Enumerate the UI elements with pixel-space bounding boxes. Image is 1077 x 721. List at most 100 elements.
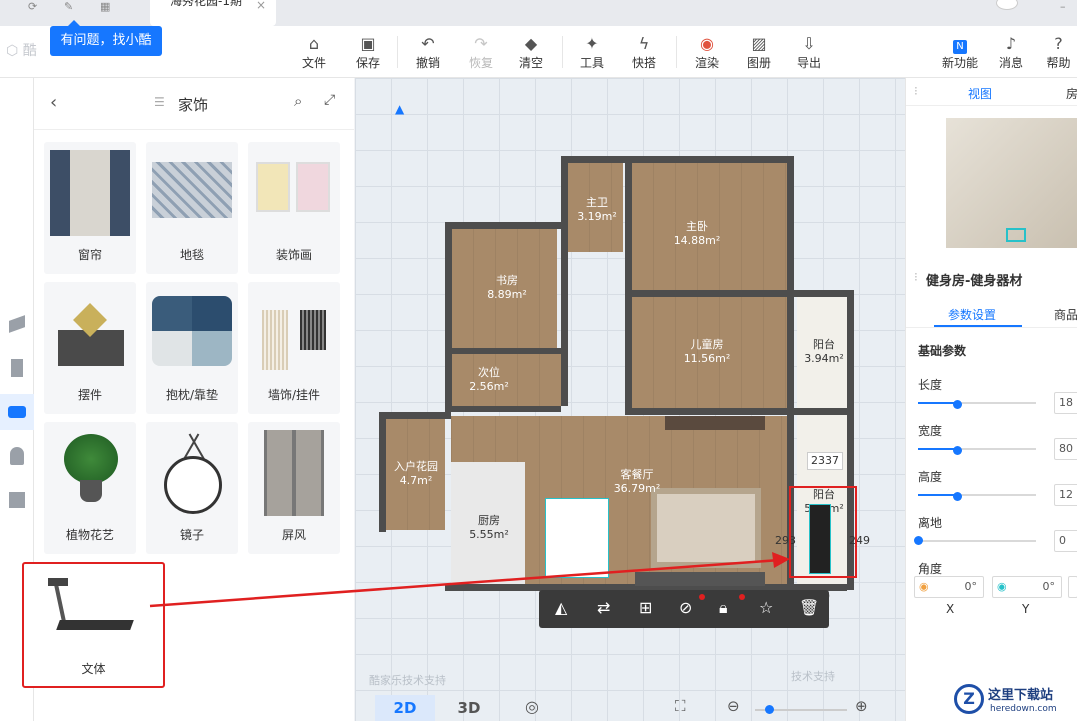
catalog-item-curtain[interactable]: 窗帘 <box>44 142 136 274</box>
length-input[interactable]: 18 <box>1054 392 1077 414</box>
3d-preview[interactable] <box>946 118 1077 248</box>
rail-item-cabinet[interactable] <box>0 482 34 518</box>
lock-icon[interactable]: 🔒︎ <box>719 598 728 618</box>
design-canvas[interactable]: ▲ 主卫 3.19m² 主卧 14.88m² 书房 8.89m² 儿童房 11.56m²… <box>355 78 905 721</box>
tools-button[interactable]: ✦ 工具 <box>572 34 612 74</box>
width-slider[interactable] <box>918 446 1036 455</box>
properties-panel: ⁝ 视图 房 ⁝ 健身房-健身器材 参数设置 商品 基础参数 长度 18 宽度 … <box>905 78 1077 721</box>
room-label: 主卧 14.88m² <box>673 220 721 247</box>
render-button[interactable]: ◉ 渲染 <box>687 34 727 74</box>
length-slider[interactable] <box>918 400 1036 409</box>
tab-room[interactable]: 房 <box>1066 85 1077 102</box>
angle-x-input[interactable]: ◉ 0° <box>914 576 984 598</box>
replace-icon[interactable]: ⇄ <box>597 598 610 617</box>
help-button[interactable]: ? 帮助 <box>1040 34 1077 74</box>
tab-params[interactable]: 参数设置 <box>948 306 996 323</box>
fit-view-icon[interactable]: ⛶ <box>675 697 686 715</box>
export-button[interactable]: ⇩ 导出 <box>789 34 829 74</box>
tab-view[interactable]: 视图 <box>968 85 992 102</box>
avatar[interactable] <box>996 0 1018 10</box>
list-icon[interactable]: ☰ <box>154 95 165 109</box>
lightning-icon: ϟ <box>638 34 650 53</box>
refresh-icon[interactable]: ⟳ <box>28 0 37 13</box>
compass-icon[interactable]: ▲ <box>395 102 404 116</box>
view-bar: 2D 3D ◎ ⛶ ⊖ ⊕ <box>355 693 905 721</box>
clear-button[interactable]: ◆ 清空 <box>511 34 551 74</box>
zoom-slider-knob[interactable] <box>765 705 774 714</box>
minimize-icon[interactable]: – <box>1060 0 1066 13</box>
tv-cabinet[interactable] <box>665 416 765 430</box>
tab-products[interactable]: 商品 <box>1054 306 1077 323</box>
album-button[interactable]: ▨ 图册 <box>739 34 779 74</box>
site-logo-icon: Z <box>954 684 984 714</box>
axis-label-y: Y <box>1022 602 1030 616</box>
height-slider[interactable] <box>918 492 1036 501</box>
grid-icon[interactable]: ▦ <box>100 0 110 13</box>
angle-y-input[interactable]: ◉ 0° <box>992 576 1062 598</box>
delete-icon[interactable]: 🗑︎ <box>799 598 819 617</box>
catalog-item-wall-art[interactable]: 装饰画 <box>248 142 340 274</box>
living-rug[interactable] <box>651 488 761 568</box>
dimension-label[interactable]: 2337 <box>807 452 843 470</box>
duplicate-icon[interactable]: ⊞ <box>639 598 652 617</box>
new-icon: N <box>938 34 982 54</box>
tab-title: 海秀花园-1期 <box>170 0 242 8</box>
param-width: 宽度 80 <box>906 422 1077 468</box>
search-icon[interactable]: ⌕ <box>294 92 302 110</box>
help-tooltip[interactable]: 有问题，找小酷 <box>50 20 162 56</box>
site-url: heredown.com <box>990 704 1057 714</box>
screen-thumbnail <box>264 430 324 516</box>
notice-dot <box>739 594 745 600</box>
catalog-item-cushion[interactable]: 抱枕/靠垫 <box>146 282 238 414</box>
hide-icon[interactable]: ⊘ <box>679 598 692 617</box>
file-button[interactable]: ⌂ 文件 <box>294 34 334 74</box>
catalog-item-screen[interactable]: 屏风 <box>248 422 340 554</box>
zoom-in-icon[interactable]: ⊕ <box>855 697 868 715</box>
view-3d-button[interactable]: 3D <box>439 695 499 721</box>
rail-item-door[interactable] <box>0 350 34 386</box>
param-label: 长度 <box>918 378 943 392</box>
tab-close-icon[interactable]: × <box>256 0 266 12</box>
messages-button[interactable]: ♪ 消息 <box>991 34 1031 74</box>
catalog-item-mirror[interactable]: 镜子 <box>146 422 238 554</box>
elevation-input[interactable]: 0 <box>1054 530 1077 552</box>
catalog-item-wall-hanging[interactable]: 墙饰/挂件 <box>248 282 340 414</box>
sofa[interactable] <box>635 572 765 586</box>
dining-table[interactable] <box>545 498 609 578</box>
item-label: 地毯 <box>179 248 204 262</box>
redo-button[interactable]: ↷ 恢复 <box>461 34 501 74</box>
zoom-out-icon[interactable]: ⊖ <box>727 697 740 715</box>
save-button[interactable]: ▣ 保存 <box>348 34 388 74</box>
drag-handle-icon[interactable]: ⁝ <box>914 270 918 284</box>
favorite-icon[interactable]: ☆ <box>759 598 773 617</box>
height-input[interactable]: 12 <box>1054 484 1077 506</box>
rail-item-hard-decor[interactable] <box>0 306 34 342</box>
catalog-item-sports[interactable]: 文体 <box>22 562 165 688</box>
rail-item-furnishings[interactable] <box>0 394 34 430</box>
object-header: ⁝ 健身房-健身器材 <box>906 266 1077 292</box>
catalog-item-ornament[interactable]: 摆件 <box>44 282 136 414</box>
expand-icon[interactable]: ⤢ <box>324 92 335 108</box>
document-tab[interactable]: 海秀花园-1期 × <box>150 0 276 26</box>
elevation-slider[interactable] <box>914 536 1036 545</box>
new-features-button[interactable]: N 新功能 <box>938 34 982 74</box>
pin-icon[interactable]: ✎ <box>64 0 73 13</box>
catalog-item-rug[interactable]: 地毯 <box>146 142 238 274</box>
drag-handle-icon[interactable]: ⁝ <box>914 84 918 98</box>
view-2d-button[interactable]: 2D <box>375 695 435 721</box>
mirror-thumbnail <box>152 430 232 516</box>
toolbar-divider <box>562 36 563 68</box>
quick-build-button[interactable]: ϟ 快搭 <box>624 34 664 74</box>
mirror-icon[interactable]: ◭ <box>555 598 567 617</box>
bell-icon: ♪ <box>1005 34 1017 53</box>
catalog-item-plant[interactable]: 植物花艺 <box>44 422 136 554</box>
section-title: 基础参数 <box>918 344 967 358</box>
width-input[interactable]: 80 <box>1054 438 1077 460</box>
rail-item-user[interactable] <box>0 438 34 474</box>
angle-z-input[interactable] <box>1068 576 1077 598</box>
catalog-panel: ‹ ☰ 家饰 ⌕ ⤢ 窗帘 地毯 装饰画 摆件 抱枕/靠垫 墙饰/挂件 植物花艺… <box>22 78 354 721</box>
eye-icon[interactable]: ◎ <box>525 697 539 716</box>
undo-button[interactable]: ↶ 撤销 <box>408 34 448 74</box>
back-icon[interactable]: ‹ <box>50 92 57 113</box>
site-name: 这里下载站 <box>988 688 1054 703</box>
